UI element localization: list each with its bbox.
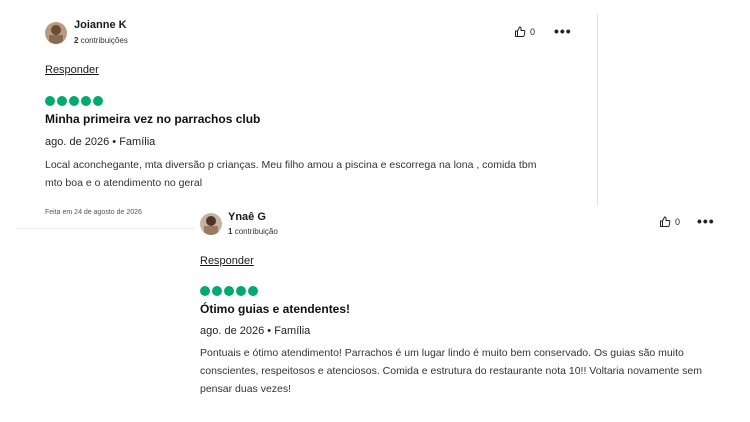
rating-bubble (81, 96, 91, 106)
author-avatar[interactable] (200, 213, 222, 235)
thumbs-up-icon (515, 26, 526, 37)
author-name[interactable]: Joianne K (74, 19, 127, 31)
like-button[interactable]: 0 (659, 216, 680, 228)
review-title[interactable]: Minha primeira vez no parrachos club (45, 112, 260, 126)
review-divider (15, 228, 195, 229)
reply-link[interactable]: Responder (45, 64, 99, 76)
rating-bubbles (45, 96, 103, 106)
like-button[interactable]: 0 (514, 26, 535, 38)
rating-bubbles (200, 286, 258, 296)
more-options-icon[interactable]: ••• (554, 24, 572, 38)
author-contributions: 1 contribuição (228, 227, 278, 236)
like-count: 0 (530, 27, 536, 37)
rating-bubble (45, 96, 55, 106)
like-count: 0 (675, 217, 681, 227)
author-contributions: 2 contribuições (74, 36, 128, 45)
rating-bubble (224, 286, 234, 296)
rating-bubble (57, 96, 67, 106)
author-name[interactable]: Ynaê G (228, 211, 266, 223)
rating-bubble (93, 96, 103, 106)
rating-bubble (200, 286, 210, 296)
column-divider (597, 14, 598, 206)
author-avatar[interactable] (45, 22, 67, 44)
review-text: Local aconchegante, mta diversão p crian… (45, 159, 537, 189)
more-options-icon[interactable]: ••• (697, 214, 715, 228)
rating-bubble (248, 286, 258, 296)
thumbs-up-icon (660, 216, 671, 227)
review-text: Pontuais e ótimo atendimento! Parrachos … (200, 347, 702, 395)
written-date: Feita em 24 de agosto de 2026 (45, 209, 142, 216)
reply-link[interactable]: Responder (200, 255, 254, 267)
rating-bubble (236, 286, 246, 296)
rating-bubble (69, 96, 79, 106)
review-title[interactable]: Ótimo guias e atendentes! (200, 302, 350, 316)
rating-bubble (212, 286, 222, 296)
review-meta: ago. de 2026 • Família (45, 136, 156, 148)
review-meta: ago. de 2026 • Família (200, 325, 311, 337)
